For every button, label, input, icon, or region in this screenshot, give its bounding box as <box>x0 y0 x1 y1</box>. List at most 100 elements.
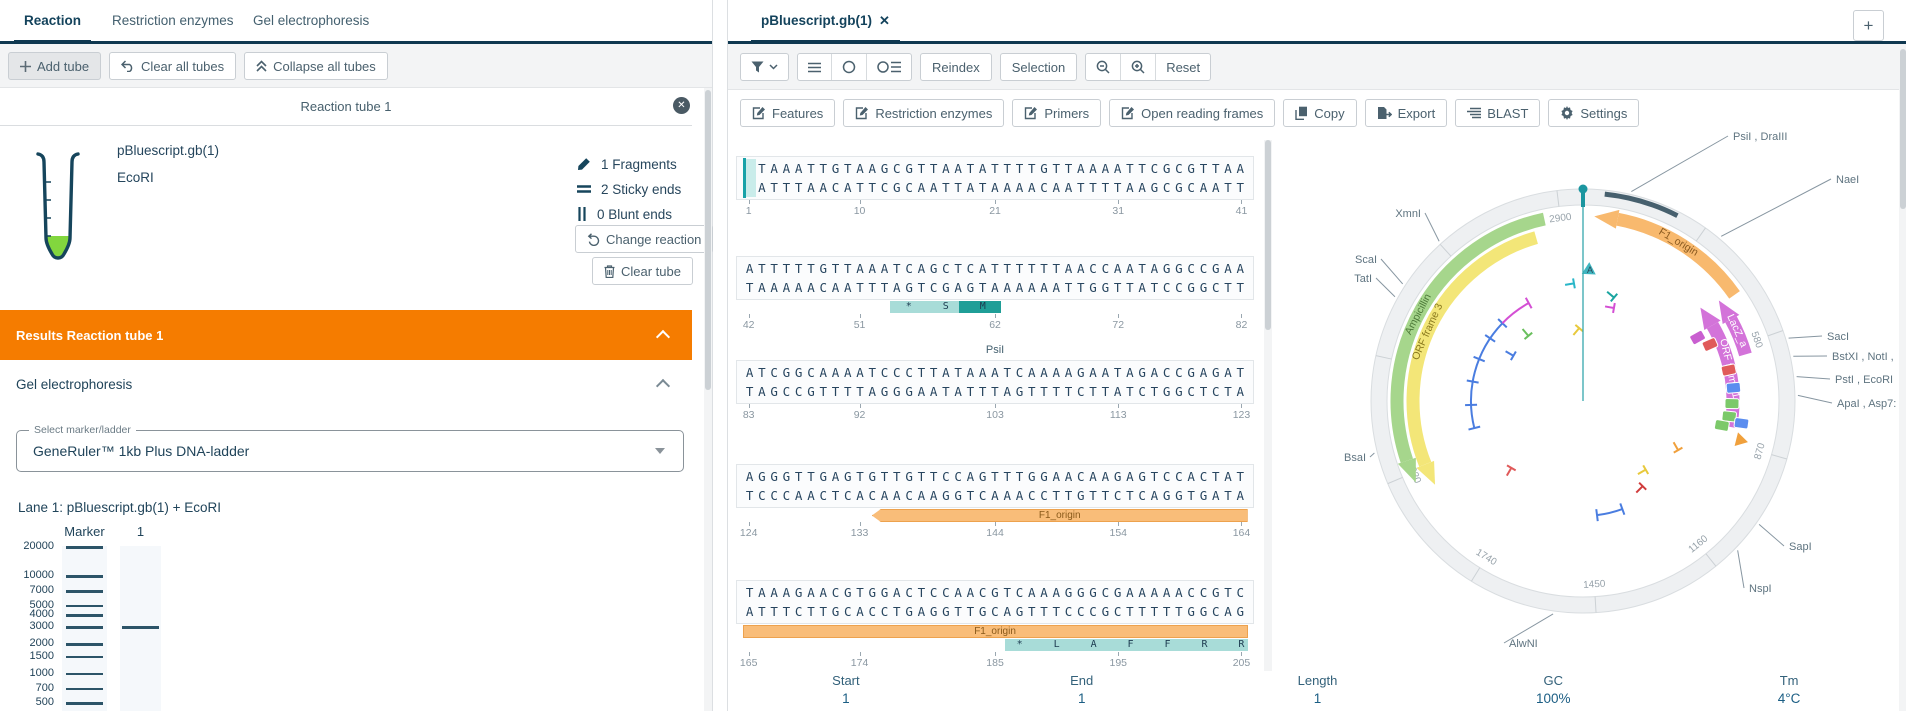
feature-bar-f1-origin[interactable]: F1_origin <box>742 625 1248 638</box>
sequence-block[interactable]: ATTTTTGTTAAATCAGCTCATTTTTTAACCAATAGGCCGA… <box>736 256 1254 334</box>
sequence-cursor-bar <box>742 158 746 198</box>
sequence-block[interactable]: PsiI A T C G G C A A A A T C C C T T A T A A A T C A A A A G A A T A G A C C… <box>736 344 1254 424</box>
left-scrollbar[interactable] <box>704 88 712 711</box>
filter-icon <box>751 61 764 73</box>
dna-strand: CTAAATTGTAAGCGTTAATATTTTGTTAAAATTCGCGTTA… <box>746 161 1245 176</box>
tube-stat-row: 1 Fragments <box>577 154 681 174</box>
tab-reaction[interactable]: Reaction <box>14 0 92 44</box>
cut-site-marker <box>1572 324 1584 336</box>
enzyme-label: SapI <box>1789 541 1812 553</box>
tube-stat-row: 2 Sticky ends <box>577 179 681 199</box>
tab-close-icon[interactable]: ✕ <box>879 13 890 29</box>
enzyme-label: PsiI , DraIII <box>1733 131 1787 143</box>
sequence-block[interactable]: TAAAGAACGTGGACTCCAACGTCAAAGGGCGAAAAACCGT… <box>736 580 1254 672</box>
triangle-marker <box>1734 432 1748 447</box>
dna-strand: TAGCCGTTTTAGGGAATATTTAGTTTTCTTATCTGGCTCT… <box>745 384 1245 399</box>
gel-marker-size-label: 700 <box>35 681 54 694</box>
clear-all-tubes-button[interactable]: Clear all tubes <box>109 52 237 80</box>
gel-lane-1-header: 1 <box>136 524 145 539</box>
settings-button[interactable]: Settings <box>1548 99 1640 127</box>
both-view-button[interactable] <box>866 54 911 80</box>
collapse-gel-icon <box>655 378 671 394</box>
dna-strand: ATTTCTTGCACCTGAGGTTGCAGTTTCCCGCTTTTTGGCA… <box>745 604 1245 619</box>
circular-view-button[interactable] <box>831 54 866 80</box>
copy-icon <box>1295 106 1308 120</box>
primer-arc <box>1596 508 1623 517</box>
dna-strand: GATTTAACATTCGCAATTATAAAACAATTTTAAGCGCAAT… <box>746 180 1245 195</box>
sequence-ruler: 1 10 21 31 41 <box>736 200 1254 220</box>
sequence-block[interactable]: AGGGTTGAGTGTTGTTCCAGTTTGGAACAAGAGTCCACTA… <box>736 464 1254 542</box>
status-start: Start 1 <box>832 673 860 706</box>
primer-arc-tick <box>1595 509 1599 522</box>
sequence-box: TAAAGAACGTGGACTCCAACGTCAAAGGGCGAAAAACCGT… <box>736 580 1254 624</box>
zoom-reset-button[interactable]: Reset <box>1155 54 1210 80</box>
gel-plot: Marker 1 20000 10000 7000 5000 4000 3000 2000 150… <box>0 524 692 711</box>
selection-button[interactable]: Selection <box>999 53 1078 81</box>
dna-strand: AGGGTTGAGTGTTGTTCCAGTTTGGAACAAGAGTCCACTA… <box>745 469 1245 484</box>
enzyme-leader-line <box>1796 376 1831 380</box>
results-header-bar[interactable]: Results Reaction tube 1 <box>0 310 692 360</box>
gel-section-header[interactable]: Gel electrophoresis <box>0 372 692 396</box>
sequence-ruler: 42 51 62 72 82 <box>736 314 1254 334</box>
linear-view-button[interactable] <box>798 54 831 80</box>
enzyme-label: SacI <box>1827 331 1849 343</box>
sequence-viewer[interactable]: CTAAATTGTAAGCGTTAATATTTTGTTAAAATTCGCGTTA… <box>736 118 1266 672</box>
position-marker-stem <box>1581 192 1585 207</box>
primer-arc-tick <box>1468 425 1481 431</box>
zoom-out-button[interactable] <box>1086 54 1120 80</box>
plasmid-map[interactable]: 2905808701160145017402030232026102900Amp… <box>1271 126 1906 675</box>
linear-view-icon <box>808 62 821 73</box>
tab-reaction-label: Reaction <box>24 13 82 28</box>
dna-strand: ATTTTTGTTAAATCAGCTCATTTTTTAACCAATAGGCCGA… <box>745 261 1245 276</box>
status-tm: Tm 4°C <box>1777 673 1801 706</box>
right-scrollbar[interactable] <box>1899 47 1906 711</box>
cut-site-marker <box>1637 464 1650 476</box>
clear-tube-button[interactable]: Clear tube <box>592 257 693 285</box>
filter-button[interactable] <box>740 53 789 81</box>
gel-marker-band <box>66 546 103 549</box>
sequence-panel: pBluescript.gb(1) ✕ + Reindex Selection … <box>727 0 1906 711</box>
cut-site-marker <box>1672 441 1683 454</box>
enzyme-label: PstI , EcoRI <box>1835 374 1893 386</box>
close-tube-icon[interactable]: ✕ <box>673 97 690 114</box>
tab-restriction-enzymes[interactable]: Restriction enzymes <box>112 0 234 41</box>
feature-bar-f1-origin[interactable]: F1_origin <box>871 509 1248 522</box>
left-toolbar: Add tube Clear all tubes Collapse all tu… <box>0 44 712 88</box>
blast-button[interactable]: BLAST <box>1455 99 1541 127</box>
sequence-block[interactable]: CTAAATTGTAAGCGTTAATATTTTGTTAAAATTCGCGTTA… <box>736 156 1254 220</box>
new-tab-button[interactable]: + <box>1853 10 1884 41</box>
export-button[interactable]: Export <box>1364 99 1448 127</box>
tube-enzyme-name: EcoRI <box>117 170 154 185</box>
tab-pbluescript[interactable]: pBluescript.gb(1) ✕ <box>751 0 900 44</box>
both-view-icon <box>877 60 901 74</box>
translation-track: * S <box>890 301 960 313</box>
copy-button[interactable]: Copy <box>1283 99 1357 127</box>
blast-icon <box>1467 107 1482 119</box>
primer-arc-tick <box>1484 334 1496 343</box>
gel-marker-size-label: 3000 <box>29 620 54 633</box>
enzyme-label: BstXI , NotI , <box>1832 351 1894 363</box>
add-tube-button[interactable]: Add tube <box>8 52 102 80</box>
circular-view-icon <box>842 60 856 74</box>
tab-gel-electrophoresis[interactable]: Gel electrophoresis <box>253 0 369 41</box>
enzyme-leader-line <box>1631 135 1729 192</box>
gel-marker-band <box>66 687 103 691</box>
gel-marker-band <box>66 604 103 608</box>
enzyme-leader-line <box>1720 178 1832 237</box>
gel-marker-band <box>66 655 103 659</box>
collapse-all-tubes-button[interactable]: Collapse all tubes <box>244 52 388 80</box>
dna-strand: ATCGGCAAAATCCCTTATAAATCAAAAGAATAGACCGAGA… <box>745 365 1245 380</box>
ring-tick-label: 1450 <box>1583 579 1606 591</box>
sequence-box: CTAAATTGTAAGCGTTAATATTTTGTTAAAATTCGCGTTA… <box>736 156 1254 200</box>
left-tab-bar: Reaction Restriction enzymes Gel electro… <box>0 0 712 44</box>
enzyme-leader-line <box>1758 523 1785 547</box>
enzyme-leader-line <box>1797 394 1833 404</box>
collapse-results-icon <box>655 329 671 345</box>
zoom-in-button[interactable] <box>1120 54 1155 80</box>
site-block <box>1713 419 1730 432</box>
ladder-select[interactable]: Select marker/ladder GeneRuler™ 1kb Plus… <box>16 424 684 472</box>
translation-track: M <box>959 301 1002 313</box>
change-reaction-button[interactable]: Change reaction <box>575 225 714 253</box>
reindex-button[interactable]: Reindex <box>920 53 992 81</box>
gel-marker-size-label: 7000 <box>29 584 54 597</box>
